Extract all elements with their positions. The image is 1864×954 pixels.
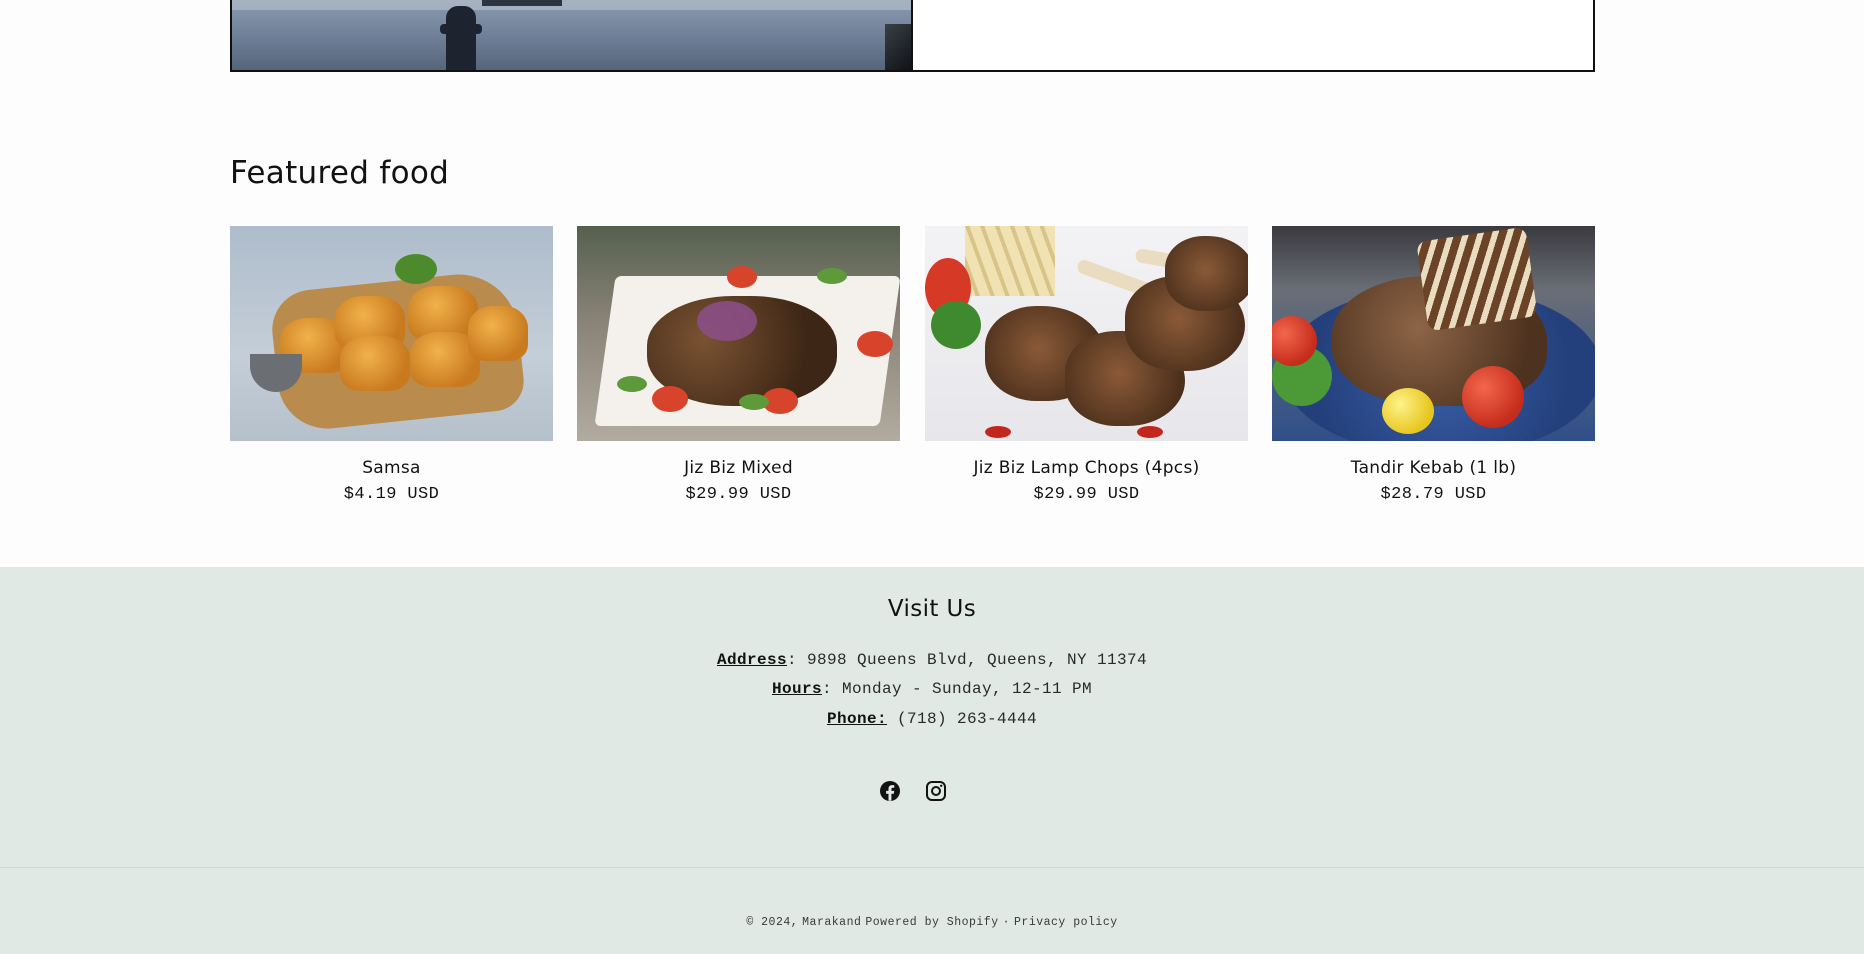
product-name[interactable]: Jiz Biz Lamp Chops (4pcs) (925, 458, 1248, 478)
storefront-image (232, 0, 913, 70)
facebook-icon[interactable] (878, 779, 902, 803)
hours-label[interactable]: Hours (772, 680, 822, 698)
copyright-line: © 2024, Marakand Powered by Shopify · Privac… (0, 916, 1864, 929)
product-card-tandir-kebab[interactable]: Tandir Kebab (1 lb) $28.79 USD (1272, 226, 1595, 504)
address-line: Address: 9898 Queens Blvd, Queens, NY 11… (0, 651, 1864, 669)
privacy-policy-link[interactable]: Privacy policy (1014, 916, 1118, 929)
instagram-icon[interactable] (924, 779, 948, 803)
product-card-jiz-biz-mixed[interactable]: Jiz Biz Mixed $29.99 USD (577, 226, 900, 504)
product-price: $4.19 USD (343, 485, 440, 504)
product-price: $29.99 USD (685, 485, 792, 504)
copyright-text: © 2024, (746, 916, 799, 929)
address-label[interactable]: Address (717, 651, 787, 669)
address-value: : 9898 Queens Blvd, Queens, NY 11374 (786, 651, 1148, 669)
top-banner (230, 0, 1595, 72)
product-image[interactable] (1272, 226, 1595, 441)
store-name-link[interactable]: Marakand (802, 916, 861, 929)
product-image[interactable] (925, 226, 1248, 441)
phone-line: Phone: (718) 263-4444 (0, 710, 1864, 728)
product-name[interactable]: Tandir Kebab (1 lb) (1272, 458, 1595, 478)
banner-text-panel (913, 0, 1593, 70)
footer-separator: · (1002, 916, 1011, 929)
hydrant-image-detail (440, 6, 482, 70)
product-price: $29.99 USD (1033, 485, 1140, 504)
powered-by-link[interactable]: Powered by Shopify (865, 916, 998, 929)
product-image[interactable] (230, 226, 553, 441)
featured-food-heading: Featured food (230, 155, 450, 191)
footer-divider (0, 867, 1864, 868)
phone-value: (718) 263-4444 (886, 710, 1038, 728)
hours-line: Hours: Monday - Sunday, 12-11 PM (0, 680, 1864, 698)
footer: Visit Us Address: 9898 Queens Blvd, Quee… (0, 567, 1864, 954)
product-price: $28.79 USD (1380, 485, 1487, 504)
product-image[interactable] (577, 226, 900, 441)
product-card-samsa[interactable]: Samsa $4.19 USD (230, 226, 553, 504)
phone-label[interactable]: Phone: (827, 710, 887, 728)
visit-us-heading: Visit Us (887, 596, 977, 622)
product-name[interactable]: Samsa (230, 458, 553, 478)
product-card-jiz-biz-lamp-chops[interactable]: Jiz Biz Lamp Chops (4pcs) $29.99 USD (925, 226, 1248, 504)
hours-value: : Monday - Sunday, 12-11 PM (821, 680, 1093, 698)
product-name[interactable]: Jiz Biz Mixed (577, 458, 900, 478)
